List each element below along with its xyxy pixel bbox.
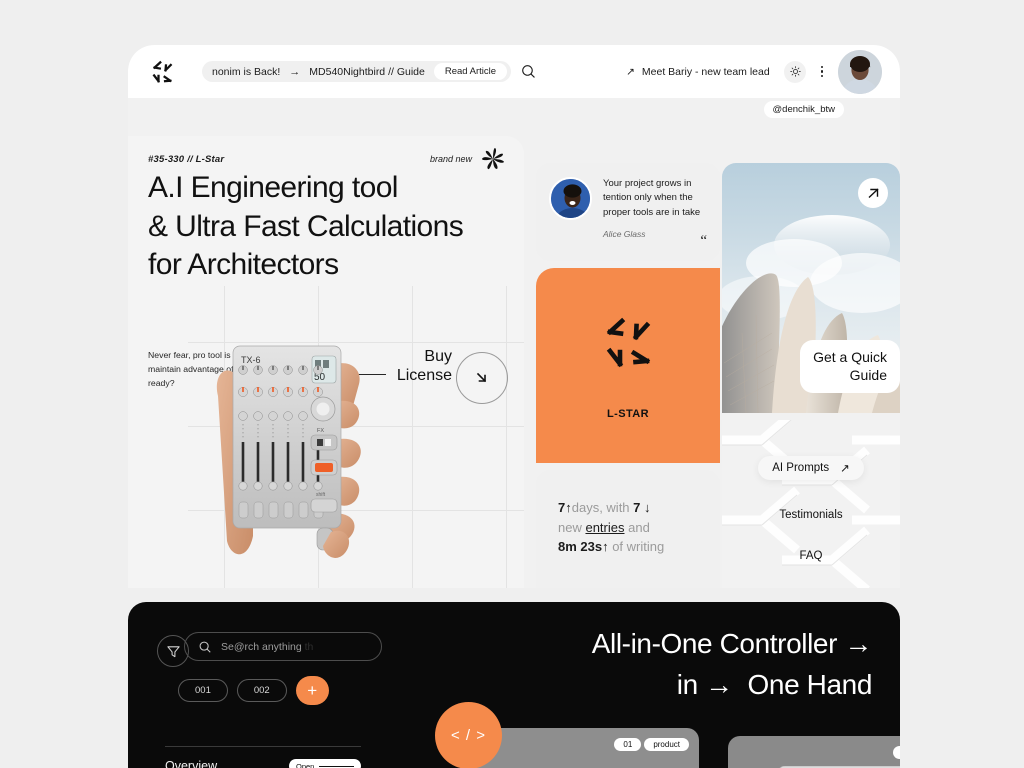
stat-new-label: new (558, 519, 586, 535)
tag-001[interactable]: 001 (178, 679, 228, 702)
search-value-faded: th (301, 640, 314, 653)
buy-license-button[interactable]: Buy License (397, 348, 508, 404)
search-icon (199, 641, 211, 653)
user-handle-badge: @denchik_btw (763, 101, 844, 118)
buy-license-label: Buy License (397, 348, 452, 386)
tx6-device-image: TX-6 50 FX shift (216, 345, 361, 558)
headline-in: in (676, 668, 698, 700)
card-title-slash: / (602, 763, 616, 768)
testimonial-body: Your project grows in tention only when … (603, 177, 707, 239)
menu-item-faq[interactable]: FAQ (799, 550, 822, 562)
arrow-right-icon-2: → (705, 668, 733, 700)
headline-line-1: All-in-One Controller (591, 628, 838, 659)
dark-headline: All-in-One Controller → in → One Hand (452, 624, 873, 705)
card-pills: 02 pr (892, 746, 900, 759)
arrow-up-right-icon (868, 188, 878, 198)
tag-row: 001 002 + (178, 676, 329, 705)
sku-label: #35-330 // L-Star (148, 153, 225, 165)
open-external-button[interactable] (858, 178, 888, 208)
status-rule (319, 765, 354, 767)
search-placeholder: Se@rch anything th (221, 641, 313, 653)
buy-line-2: License (396, 366, 452, 384)
product-card-01[interactable]: 01 product KAP / (471, 728, 699, 768)
testimonial-author: Alice Glass (603, 228, 646, 239)
page-title: A.I Engineering tool & Ultra Fast Calcul… (148, 169, 514, 285)
nav-row-overview[interactable]: Overview Open (165, 746, 361, 768)
svg-text:TX-6: TX-6 (241, 355, 261, 365)
menu-items: AI Prompts ↗ Testimonials FAQ (722, 420, 900, 588)
testimonial-text: Your project grows in tention only when … (603, 178, 701, 218)
title-line-1: A.I Engineering tool (148, 171, 398, 204)
product-logo-label: L-STAR (607, 407, 649, 420)
status-badge-open[interactable]: Open (289, 759, 361, 768)
code-badge[interactable]: < / > (435, 702, 502, 768)
stat-writing-label: of writing (608, 539, 665, 554)
stat-days-label: days, with (571, 500, 634, 515)
product-card-02[interactable]: 02 pr TX-6 (728, 736, 900, 768)
stat-entries-value: 7 (633, 500, 641, 515)
card-pills: 01 product (614, 738, 689, 751)
menu-item-ai-prompts[interactable]: AI Prompts ↗ (758, 456, 864, 480)
brand-new-label: brand new (429, 154, 472, 164)
arrow-right-icon: → (289, 65, 301, 78)
content-grid: #35-330 // L-Star brand new A.I Engineer… (128, 98, 900, 588)
app-header: nonim is Back! → MD540Nightbird // Guide… (128, 45, 900, 98)
quote-mark-icon: “ (700, 233, 707, 249)
search-icon[interactable] (520, 63, 537, 80)
product-logo-card[interactable]: L-STAR (536, 268, 720, 463)
arrow-down-right-icon (476, 372, 487, 383)
news-ticker[interactable]: nonim is Back! → MD540Nightbird // Guide… (202, 61, 512, 82)
testimonial-card: Your project grows in tention only when … (536, 163, 720, 261)
tag-002[interactable]: 002 (236, 679, 287, 702)
search-input[interactable]: Se@rch anything th (184, 632, 382, 661)
stat-entries-arrow: ↓ (644, 500, 651, 515)
news-title: MD540Nightbird // Guide (309, 65, 425, 78)
arrow-up-right-icon: ↗ (840, 463, 850, 475)
buy-license-circle[interactable] (456, 352, 508, 404)
app-window: nonim is Back! → MD540Nightbird // Guide… (128, 45, 900, 768)
nav-list: Overview Open Spec (165, 746, 361, 768)
hero-card: #35-330 // L-Star brand new A.I Engineer… (128, 136, 524, 588)
stat-time-value: 8m 23s (558, 539, 603, 554)
headline-line-2: One Hand (747, 668, 873, 700)
testimonial-avatar (549, 177, 592, 220)
title-line-3: for Architectors (148, 248, 339, 282)
menu-item-testimonials[interactable]: Testimonials (779, 509, 842, 521)
stat-and-label: and (624, 519, 650, 535)
meet-announcement[interactable]: ↗ Meet Bariy - new team lead (626, 66, 770, 78)
brightness-icon[interactable] (784, 60, 806, 83)
arrow-right-icon: → (844, 628, 872, 659)
quick-guide-line-1: Get a Quick (813, 349, 887, 365)
filter-icon (166, 645, 180, 657)
svg-text:FX: FX (317, 428, 324, 434)
entries-link[interactable]: entries (585, 520, 624, 535)
l-star-logo-icon (606, 317, 651, 367)
card-title-text: KAP (493, 763, 590, 768)
header-actions (784, 49, 882, 94)
arrow-up-right-icon: ↗ (626, 65, 635, 78)
search-value: Se@rch anything (221, 640, 302, 653)
news-text: nonim is Back! (212, 65, 281, 78)
quick-guide-tooltip[interactable]: Get a Quick Guide (800, 340, 900, 393)
status-label: Open (296, 761, 315, 768)
nav-label: Overview (165, 759, 218, 768)
writing-stats-card: 7↑days, with 7 ↓ new entries and 8m 23s↑… (536, 470, 720, 588)
card-kind: product (644, 738, 689, 751)
add-tag-button[interactable]: + (295, 676, 329, 705)
l-star-logo[interactable] (148, 58, 176, 86)
svg-text:shift: shift (316, 492, 326, 498)
quick-guide-line-2: Guide (849, 366, 887, 383)
menu-item-label: AI Prompts (772, 462, 830, 474)
read-article-button[interactable]: Read Article (433, 63, 508, 80)
meet-text: Meet Bariy - new team lead (641, 65, 770, 78)
buy-line-1: Buy (424, 348, 452, 365)
card-number: 01 (614, 738, 642, 751)
more-options-icon[interactable] (814, 61, 830, 83)
card-number: 02 (892, 746, 900, 759)
opera-house-photo-card: Get a Quick Guide (722, 163, 900, 413)
title-line-2: & Ultra Fast Calculations (148, 209, 464, 243)
avatar[interactable] (838, 49, 882, 94)
subtitle-cta: ready? (148, 378, 175, 389)
side-menu-card: AI Prompts ↗ Testimonials FAQ (722, 420, 900, 588)
